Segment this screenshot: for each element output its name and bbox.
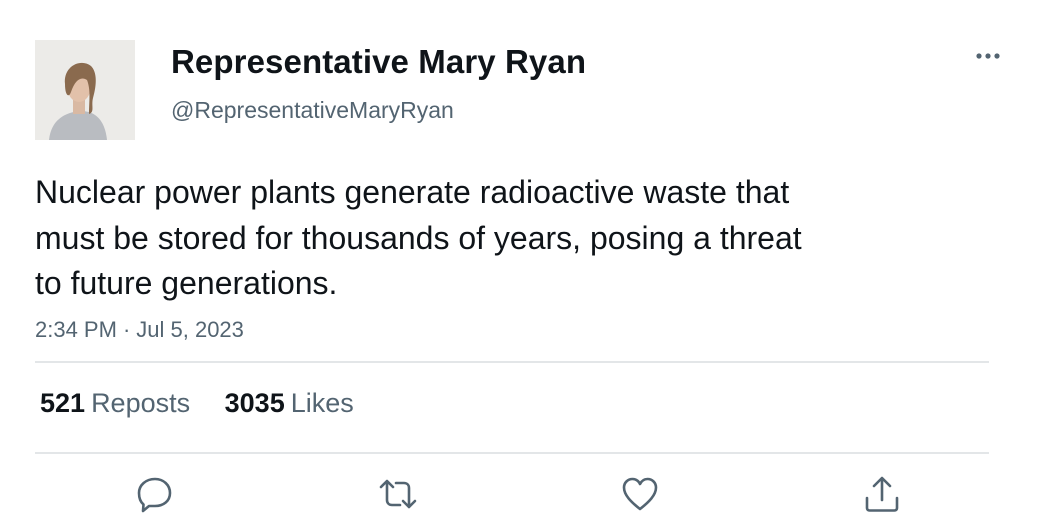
heart-icon xyxy=(622,477,658,511)
reposts-count: 521 xyxy=(40,388,86,418)
more-horizontal-icon xyxy=(976,53,1000,59)
engagement-stats: 521 Reposts 3035 Likes xyxy=(40,388,381,419)
tweet-timestamp[interactable]: 2:34 PM · Jul 5, 2023 xyxy=(35,317,244,343)
likes-label: Likes xyxy=(290,388,354,418)
timestamp-separator: · xyxy=(122,317,131,342)
avatar-photo xyxy=(35,40,135,140)
divider xyxy=(35,361,989,363)
repost-icon xyxy=(379,479,417,509)
reposts-stat[interactable]: 521 Reposts xyxy=(40,388,190,419)
like-button[interactable] xyxy=(620,474,660,514)
likes-count: 3035 xyxy=(224,388,285,418)
reposts-label: Reposts xyxy=(91,388,191,418)
divider xyxy=(35,452,989,454)
tweet-time: 2:34 PM xyxy=(35,317,117,342)
repost-button[interactable] xyxy=(378,474,418,514)
tweet-text: Nuclear power plants generate radioactiv… xyxy=(35,170,935,307)
reply-icon xyxy=(137,477,172,513)
display-name[interactable]: Representative Mary Ryan xyxy=(171,43,586,81)
user-handle[interactable]: @RepresentativeMaryRyan xyxy=(171,97,454,124)
avatar[interactable] xyxy=(35,40,135,140)
tweet-text-line: Nuclear power plants generate radioactiv… xyxy=(35,174,790,210)
tweet-date: Jul 5, 2023 xyxy=(136,317,244,342)
tweet-text-line: must be stored for thousands of years, p… xyxy=(35,219,802,256)
likes-stat[interactable]: 3035 Likes xyxy=(225,388,354,419)
more-options-button[interactable] xyxy=(966,42,1010,70)
share-button[interactable] xyxy=(862,474,902,514)
share-icon xyxy=(865,476,899,512)
tweet-text-line: to future generations. xyxy=(35,265,338,301)
reply-button[interactable] xyxy=(135,474,175,514)
